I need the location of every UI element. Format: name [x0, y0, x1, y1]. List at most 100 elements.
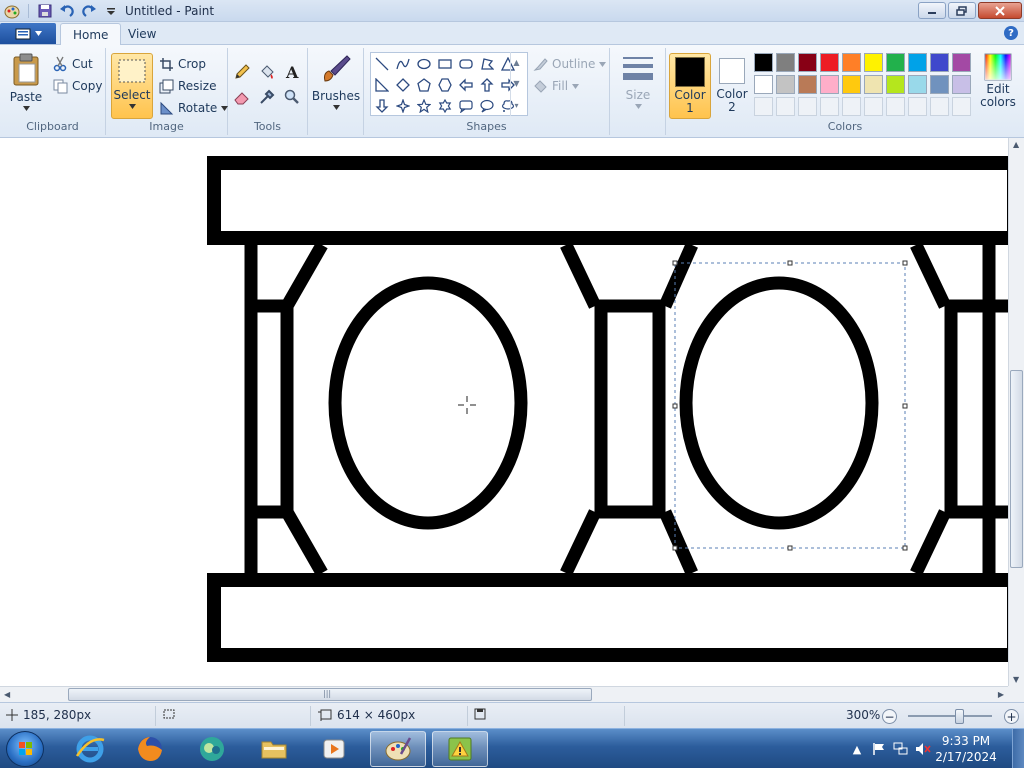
edit-colors-button[interactable]: Edit colors: [977, 53, 1019, 119]
palette-color[interactable]: [952, 53, 971, 72]
save-icon[interactable]: [37, 3, 53, 19]
cut-button[interactable]: Cut: [52, 54, 93, 74]
scroll-left-arrow-icon[interactable]: ◀: [4, 690, 10, 699]
palette-custom-slot[interactable]: [820, 97, 839, 116]
palette-custom-slot[interactable]: [842, 97, 861, 116]
clock[interactable]: 9:33 PM 2/17/2024: [934, 733, 998, 765]
palette-color[interactable]: [864, 75, 883, 94]
diamond-shape-icon[interactable]: [393, 75, 413, 95]
vertical-scrollbar[interactable]: ▲ ▼: [1008, 138, 1024, 686]
rotate-button[interactable]: Rotate: [158, 98, 229, 118]
curve-shape-icon[interactable]: [393, 54, 413, 74]
shapes-scroll[interactable]: ▲ ▼ ▾: [510, 52, 522, 116]
scroll-up-arrow-icon[interactable]: ▲: [1013, 140, 1019, 149]
palette-color[interactable]: [842, 75, 861, 94]
polygon-shape-icon[interactable]: [477, 54, 497, 74]
palette-color[interactable]: [754, 75, 773, 94]
palette-color[interactable]: [908, 53, 927, 72]
palette-color[interactable]: [798, 75, 817, 94]
restore-button[interactable]: [948, 2, 976, 19]
palette-color[interactable]: [908, 75, 927, 94]
pencil-icon[interactable]: [231, 61, 253, 83]
drawing-workspace[interactable]: [0, 138, 1008, 686]
brushes-button[interactable]: Brushes: [312, 53, 360, 119]
palette-custom-slot[interactable]: [864, 97, 883, 116]
rounded-rectangle-shape-icon[interactable]: [456, 54, 476, 74]
messenger-task[interactable]: [184, 731, 240, 767]
palette-color[interactable]: [886, 75, 905, 94]
eraser-icon[interactable]: [231, 86, 253, 108]
palette-custom-slot[interactable]: [908, 97, 927, 116]
palette-color[interactable]: [820, 75, 839, 94]
zoom-out-button[interactable]: −: [882, 709, 897, 724]
firefox-task[interactable]: [122, 731, 178, 767]
palette-color[interactable]: [798, 53, 817, 72]
copy-button[interactable]: Copy: [52, 76, 102, 96]
internet-explorer-task[interactable]: [62, 731, 118, 767]
palette-color[interactable]: [776, 75, 795, 94]
color1-button[interactable]: Color 1: [669, 53, 711, 119]
palette-color[interactable]: [842, 53, 861, 72]
palette-color[interactable]: [930, 75, 949, 94]
paint-menu-button[interactable]: [0, 23, 56, 44]
palette-custom-slot[interactable]: [798, 97, 817, 116]
close-button[interactable]: [978, 2, 1022, 19]
rectangle-shape-icon[interactable]: [435, 54, 455, 74]
palette-color[interactable]: [952, 75, 971, 94]
horizontal-scrollbar[interactable]: ◀ ||| ▶: [0, 686, 1008, 702]
oval-callout-shape-icon[interactable]: [477, 96, 497, 116]
five-point-star-shape-icon[interactable]: [414, 96, 434, 116]
fill-button[interactable]: Fill: [532, 76, 580, 96]
active-app-task[interactable]: [432, 731, 488, 767]
magnifier-icon[interactable]: [281, 86, 303, 108]
color-picker-icon[interactable]: [256, 86, 278, 108]
file-explorer-task[interactable]: [246, 731, 302, 767]
fill-icon[interactable]: [256, 61, 278, 83]
hexagon-shape-icon[interactable]: [435, 75, 455, 95]
palette-color[interactable]: [776, 53, 795, 72]
horizontal-scroll-thumb[interactable]: |||: [68, 688, 592, 701]
redo-icon[interactable]: [81, 3, 97, 19]
palette-custom-slot[interactable]: [886, 97, 905, 116]
tab-view[interactable]: View: [116, 23, 168, 45]
palette-color[interactable]: [820, 53, 839, 72]
undo-icon[interactable]: [59, 3, 75, 19]
pentagon-shape-icon[interactable]: [414, 75, 434, 95]
zoom-slider-track[interactable]: [908, 715, 992, 717]
up-arrow-shape-icon[interactable]: [477, 75, 497, 95]
scroll-right-arrow-icon[interactable]: ▶: [998, 690, 1004, 699]
outline-button[interactable]: Outline: [532, 54, 607, 74]
down-arrow-shape-icon[interactable]: [372, 96, 392, 116]
select-button[interactable]: Select: [111, 53, 153, 119]
paint-app-icon[interactable]: [4, 3, 20, 19]
line-shape-icon[interactable]: [372, 54, 392, 74]
left-arrow-shape-icon[interactable]: [456, 75, 476, 95]
zoom-in-button[interactable]: +: [1004, 709, 1019, 724]
canvas-drawing[interactable]: [0, 138, 1008, 686]
palette-custom-slot[interactable]: [776, 97, 795, 116]
palette-color[interactable]: [930, 53, 949, 72]
vertical-scroll-thumb[interactable]: [1010, 370, 1023, 568]
volume-muted-icon[interactable]: [914, 741, 932, 757]
paint-task[interactable]: [370, 731, 426, 767]
palette-custom-slot[interactable]: [930, 97, 949, 116]
text-icon[interactable]: A: [281, 61, 303, 83]
expand-gallery-icon[interactable]: ▾: [514, 101, 518, 110]
right-triangle-shape-icon[interactable]: [372, 75, 392, 95]
color2-button[interactable]: Color 2: [713, 53, 751, 119]
action-center-flag-icon[interactable]: [870, 741, 888, 757]
tab-home[interactable]: Home: [60, 23, 122, 46]
scroll-up-icon[interactable]: ▲: [513, 58, 519, 67]
palette-custom-slot[interactable]: [754, 97, 773, 116]
palette-custom-slot[interactable]: [952, 97, 971, 116]
rounded-callout-shape-icon[interactable]: [456, 96, 476, 116]
oval-shape-icon[interactable]: [414, 54, 434, 74]
show-hidden-icons[interactable]: ▲: [848, 741, 866, 757]
four-point-star-shape-icon[interactable]: [393, 96, 413, 116]
size-button[interactable]: Size: [616, 54, 660, 118]
zoom-slider-knob[interactable]: [955, 709, 964, 724]
media-player-task[interactable]: [306, 731, 362, 767]
palette-color[interactable]: [886, 53, 905, 72]
customize-qat-icon[interactable]: [103, 3, 119, 19]
paste-button[interactable]: Paste: [6, 52, 46, 116]
